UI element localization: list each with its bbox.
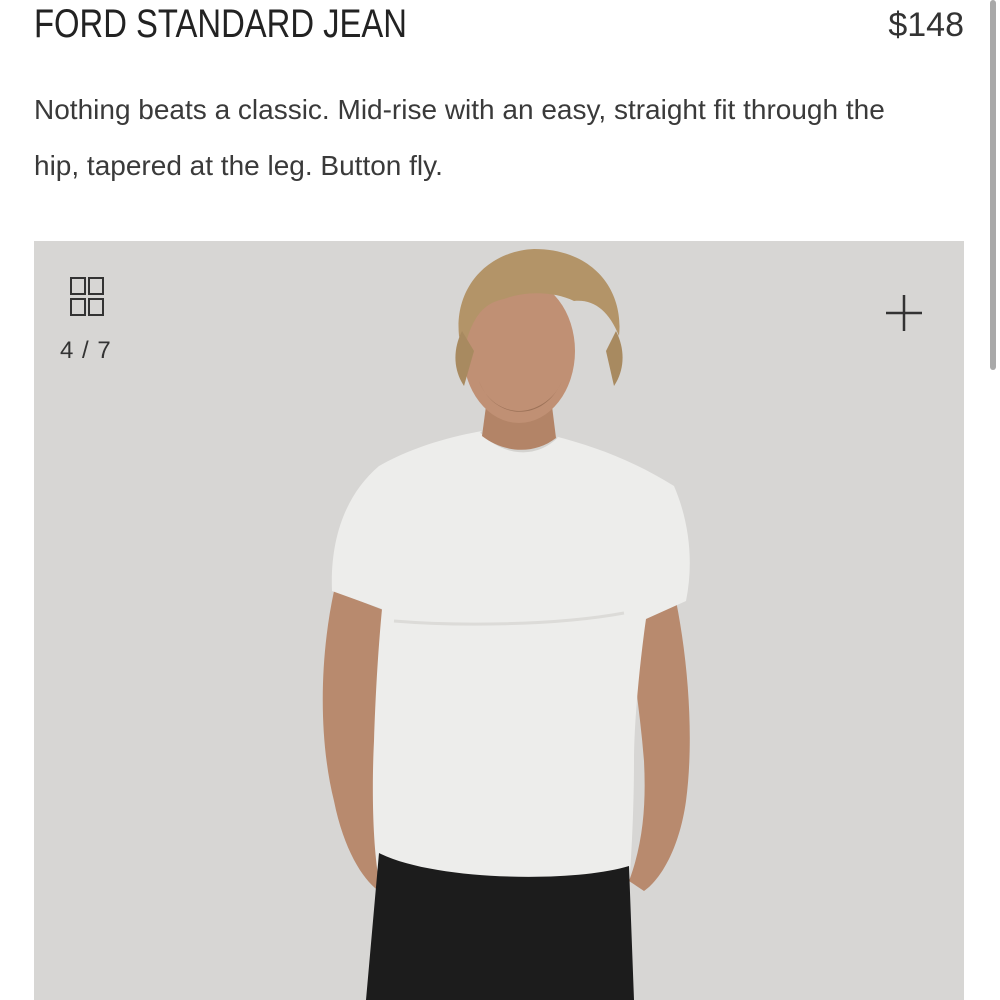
scrollbar[interactable] — [990, 0, 996, 370]
grid-view-icon[interactable] — [70, 277, 104, 317]
plus-icon[interactable] — [884, 293, 924, 333]
image-counter: 4 / 7 — [60, 337, 112, 364]
product-description: Nothing beats a classic. Mid-rise with a… — [34, 94, 885, 181]
product-image-gallery[interactable]: 4 / 7 — [34, 241, 964, 1000]
product-title: FORD STANDARD JEAN — [34, 2, 407, 46]
product-price: $148 — [888, 6, 964, 44]
model-photo — [322, 249, 690, 1000]
product-page: FORD STANDARD JEAN $148 Nothing beats a … — [0, 0, 1000, 1000]
